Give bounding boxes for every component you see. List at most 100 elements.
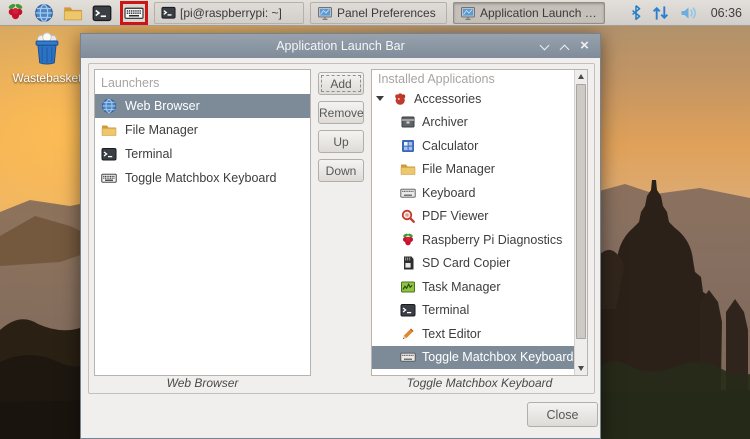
- installed-applications-listbox[interactable]: Installed Applications Accessories Archi…: [371, 69, 588, 376]
- terminal-icon: [400, 302, 416, 318]
- app-item-raspberry-pi-diagnostics[interactable]: Raspberry Pi Diagnostics: [372, 228, 576, 252]
- app-item-archiver[interactable]: Archiver: [372, 111, 576, 135]
- add-button[interactable]: Add: [318, 72, 364, 95]
- terminal-icon: [101, 146, 117, 162]
- globe-icon: [34, 3, 54, 23]
- archiver-icon: [400, 114, 416, 130]
- bluetooth-icon[interactable]: [630, 4, 642, 21]
- volume-icon[interactable]: [679, 5, 700, 21]
- tree-item-label: Raspberry Pi Diagnostics: [422, 233, 562, 247]
- category-partial-next[interactable]: [372, 369, 576, 376]
- launcher-item-label: File Manager: [125, 123, 198, 137]
- app-item-sd-card-copier[interactable]: SD Card Copier: [372, 252, 576, 276]
- dialog-title: Application Launch Bar: [81, 39, 600, 53]
- category-accessories[interactable]: Accessories: [372, 87, 576, 111]
- window-button-label: Application Launch B...: [480, 6, 598, 20]
- raspberry-icon: [400, 232, 416, 248]
- up-button[interactable]: Up: [318, 130, 364, 153]
- applications-scrollbar[interactable]: [574, 70, 587, 375]
- tree-item-label: Terminal: [422, 303, 469, 317]
- shade-window-icon[interactable]: [538, 40, 551, 53]
- clock[interactable]: 06:36: [711, 6, 742, 20]
- collapse-expander-icon[interactable]: [376, 96, 384, 101]
- network-arrows-icon[interactable]: [651, 5, 670, 21]
- tree-item-label: SD Card Copier: [422, 256, 510, 270]
- launcher-item-toggle-matchbox-keyboard[interactable]: Toggle Matchbox Keyboard: [95, 166, 310, 190]
- content-frame: Launchers Web Browser File Manager Termi…: [88, 63, 595, 394]
- maximize-window-icon[interactable]: [558, 40, 571, 53]
- web-browser-launcher[interactable]: [32, 2, 56, 24]
- launchers-caption: Web Browser: [94, 376, 311, 391]
- application-launch-bar-dialog: Application Launch Bar Launchers Web Bro…: [80, 33, 601, 439]
- tree-item-label: PDF Viewer: [422, 209, 488, 223]
- launcher-actions: Add Remove Up Down: [318, 72, 364, 182]
- taskbar-window-application-launch-bar[interactable]: Application Launch B...: [453, 2, 605, 24]
- dialog-titlebar[interactable]: Application Launch Bar: [81, 34, 600, 58]
- window-button-label: Panel Preferences: [337, 6, 436, 20]
- tree-item-label: Archiver: [422, 115, 468, 129]
- terminal-icon: [92, 3, 112, 23]
- wastebasket-desktop-icon[interactable]: Wastebasket: [8, 31, 86, 85]
- keyboard-icon: [400, 185, 416, 201]
- folder-icon: [400, 161, 416, 177]
- keyboard-icon: [124, 3, 144, 23]
- taskbar-window-panel-preferences[interactable]: Panel Preferences: [310, 2, 447, 24]
- tree-item-label: Keyboard: [422, 186, 476, 200]
- launcher-item-file-manager[interactable]: File Manager: [95, 118, 310, 142]
- keyboard-icon: [101, 170, 117, 186]
- app-item-calculator[interactable]: Calculator: [372, 134, 576, 158]
- scroll-down-icon[interactable]: [575, 362, 587, 375]
- tree-item-label: File Manager: [422, 162, 495, 176]
- folder-icon: [63, 3, 83, 23]
- text-editor-pencil-icon: [400, 326, 416, 342]
- launchers-listbox[interactable]: Launchers Web Browser File Manager Termi…: [94, 69, 311, 376]
- accessories-category-icon: [392, 91, 408, 107]
- menu-button[interactable]: [3, 2, 27, 24]
- terminal-launcher[interactable]: [90, 2, 114, 24]
- tree-item-label: Calculator: [422, 139, 478, 153]
- launcher-item-label: Toggle Matchbox Keyboard: [125, 171, 276, 185]
- app-item-terminal[interactable]: Terminal: [372, 299, 576, 323]
- launcher-item-label: Web Browser: [125, 99, 200, 113]
- taskbar-window-terminal[interactable]: [pi@raspberrypi: ~]: [154, 2, 304, 24]
- task-manager-icon: [400, 279, 416, 295]
- close-button[interactable]: Close: [527, 402, 598, 427]
- wastebasket-label: Wastebasket: [8, 71, 86, 85]
- calculator-icon: [400, 138, 416, 154]
- globe-icon: [101, 98, 117, 114]
- launcher-item-web-browser[interactable]: Web Browser: [95, 94, 310, 118]
- app-item-pdf-viewer[interactable]: PDF Viewer: [372, 205, 576, 229]
- terminal-icon: [161, 5, 176, 20]
- tree-item-label: Text Editor: [422, 327, 481, 341]
- remove-button[interactable]: Remove: [318, 101, 364, 124]
- app-item-toggle-matchbox-keyboard[interactable]: Toggle Matchbox Keyboard: [372, 346, 576, 370]
- app-item-text-editor[interactable]: Text Editor: [372, 322, 576, 346]
- scroll-up-icon[interactable]: [575, 70, 587, 83]
- tree-item-label: Accessories: [414, 92, 481, 106]
- installed-applications-header: Installed Applications: [372, 70, 576, 87]
- launcher-item-terminal[interactable]: Terminal: [95, 142, 310, 166]
- app-item-file-manager[interactable]: File Manager: [372, 158, 576, 182]
- monitor-icon: [460, 5, 476, 21]
- wastebasket-icon: [8, 31, 86, 69]
- toggle-matchbox-keyboard-launcher[interactable]: [120, 1, 148, 25]
- tree-item-label: Toggle Matchbox Keyboard: [422, 350, 573, 364]
- app-item-keyboard[interactable]: Keyboard: [372, 181, 576, 205]
- down-button[interactable]: Down: [318, 159, 364, 182]
- pdf-viewer-icon: [400, 208, 416, 224]
- scrollbar-thumb[interactable]: [576, 84, 586, 339]
- launcher-item-label: Terminal: [125, 147, 172, 161]
- applications-tree: Installed Applications Accessories Archi…: [372, 70, 576, 376]
- tree-item-label: Task Manager: [422, 280, 501, 294]
- file-manager-launcher[interactable]: [61, 2, 85, 24]
- monitor-icon: [317, 5, 333, 21]
- launchers-header: Launchers: [95, 70, 310, 94]
- folder-icon: [101, 122, 117, 138]
- window-button-label: [pi@raspberrypi: ~]: [180, 6, 282, 20]
- applications-caption: Toggle Matchbox Keyboard: [371, 376, 588, 391]
- taskbar: [pi@raspberrypi: ~] Panel Preferences Ap…: [0, 0, 750, 26]
- raspberry-menu-icon: [5, 2, 26, 23]
- app-item-task-manager[interactable]: Task Manager: [372, 275, 576, 299]
- close-window-icon[interactable]: [578, 40, 591, 53]
- sd-card-icon: [400, 255, 416, 271]
